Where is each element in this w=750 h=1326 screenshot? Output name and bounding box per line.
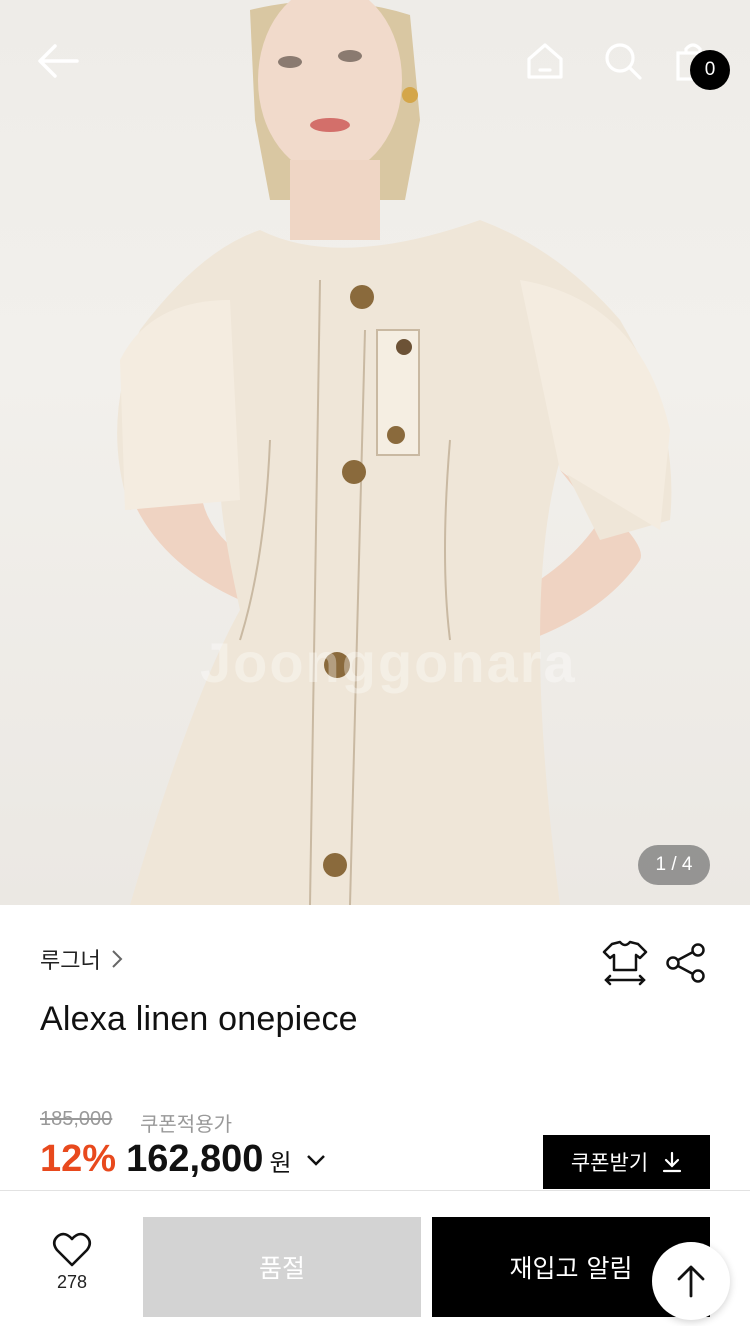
size-guide-button[interactable]	[600, 940, 650, 986]
scroll-to-top-button[interactable]	[652, 1242, 730, 1320]
chevron-right-icon	[112, 950, 123, 968]
brand-name: 루그너	[40, 949, 101, 974]
back-button[interactable]	[30, 36, 86, 86]
sale-price: 162,800	[126, 1138, 264, 1180]
price-row[interactable]: 12% 162,800 원	[40, 1138, 326, 1181]
search-icon	[605, 43, 642, 80]
home-icon	[527, 43, 563, 79]
chevron-down-icon	[306, 1154, 325, 1166]
original-price: 185,000	[40, 1108, 113, 1130]
soldout-button[interactable]: 품절	[143, 1217, 421, 1317]
discount-rate: 12%	[40, 1138, 117, 1180]
product-image-gallery[interactable]: Joonggonara 0 1 / 4	[0, 0, 750, 905]
coupon-price-label: 쿠폰적용가	[140, 1112, 232, 1136]
size-guide-icon	[602, 940, 648, 986]
share-button[interactable]	[664, 942, 708, 984]
cart-count-badge: 0	[690, 50, 730, 90]
currency-unit: 원	[269, 1149, 292, 1177]
heart-icon	[52, 1232, 92, 1267]
download-icon	[663, 1151, 682, 1173]
like-count: 278	[56, 1272, 88, 1292]
product-photo	[117, 0, 672, 905]
arrow-left-icon	[38, 44, 79, 78]
brand-link[interactable]: 루그너	[40, 943, 123, 975]
divider	[0, 1190, 750, 1191]
like-button[interactable]: 278	[40, 1232, 104, 1308]
get-coupon-label: 쿠폰받기	[570, 1151, 649, 1175]
product-title: Alexa linen onepiece	[40, 1000, 358, 1038]
get-coupon-button[interactable]: 쿠폰받기	[543, 1135, 710, 1189]
search-button[interactable]	[598, 36, 648, 86]
watermark: Joonggonara	[200, 631, 577, 694]
home-button[interactable]	[520, 36, 570, 86]
page-indicator: 1 / 4	[638, 845, 710, 885]
arrow-up-icon	[677, 1265, 705, 1298]
share-icon	[666, 943, 705, 983]
